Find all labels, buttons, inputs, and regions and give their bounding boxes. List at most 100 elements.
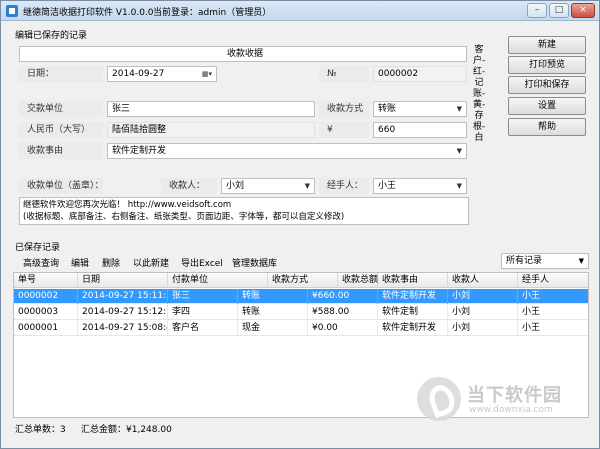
handler-select[interactable]: 小王 ▼	[373, 178, 467, 194]
delete-button[interactable]: 删除	[102, 256, 120, 269]
date-picker[interactable]: 2014-09-27 ▦▾	[107, 66, 217, 82]
table-cell: 小刘	[448, 321, 518, 336]
app-icon	[6, 5, 18, 17]
table-row[interactable]: 0000003 2014-09-27 15:12:18 李四 转账 ¥588.0…	[14, 305, 588, 320]
edit-section-title: 编辑已保存的记录	[15, 31, 88, 41]
table-cell: 转账	[238, 289, 308, 304]
table-cell: 0000003	[14, 305, 78, 320]
table-cell: 转账	[238, 305, 308, 320]
reason-value: 软件定制开发	[112, 146, 167, 156]
table-cell: ¥588.00	[308, 305, 378, 320]
receipt-title-field[interactable]: 收款收据	[19, 46, 467, 62]
edit-button[interactable]: 编辑	[71, 256, 89, 269]
unit-seal-label: 收款单位（盖章）：	[19, 178, 104, 194]
advanced-search-button[interactable]: 高级查询	[23, 256, 59, 269]
receipt-number-field: 0000002	[373, 66, 467, 82]
chevron-down-icon: ▼	[456, 105, 462, 113]
calendar-dropdown-icon[interactable]: ▦▾	[202, 67, 212, 81]
table-cell: 现金	[238, 321, 308, 336]
date-label: 日期：	[19, 66, 103, 82]
reason-label: 收款事由	[19, 143, 103, 159]
column-header[interactable]: 收款方式	[268, 273, 338, 288]
rmb-upper-field: 陆佰陆拾圆整	[107, 122, 315, 138]
table-row[interactable]: 0000001 2014-09-27 15:08:49 客户名 现金 ¥0.00…	[14, 321, 588, 336]
new-button[interactable]: 新建	[508, 36, 586, 54]
watermark-url: www.downxia.com	[469, 405, 553, 415]
number-label: №	[319, 66, 369, 82]
watermark-brand: 当下软件园	[467, 385, 562, 406]
table-cell: 李四	[168, 305, 238, 320]
close-button[interactable]: ×	[571, 3, 595, 18]
method-value: 转账	[378, 104, 397, 114]
print-and-save-button[interactable]: 打印和保存	[508, 76, 586, 94]
minimize-button[interactable]: –	[527, 3, 547, 18]
table-cell: ¥0.00	[308, 321, 378, 336]
column-header[interactable]: 付款单位	[168, 273, 268, 288]
reason-select[interactable]: 软件定制开发 ▼	[107, 143, 467, 159]
table-cell: 0000001	[14, 321, 78, 336]
method-select[interactable]: 转账 ▼	[373, 101, 467, 117]
table-row[interactable]: 0000002 2014-09-27 15:11:58 张三 转账 ¥660.0…	[14, 289, 588, 304]
receiver-select[interactable]: 小刘 ▼	[221, 178, 315, 194]
payer-label: 交款单位	[19, 101, 103, 117]
table-cell: 2014-09-27 15:11:58	[78, 289, 168, 304]
table-header: 单号 日期 付款单位 收款方式 收款总额 收款事由 收款人 经手人	[14, 273, 588, 288]
table-cell: 小刘	[448, 305, 518, 320]
table-cell: 软件定制开发	[378, 289, 448, 304]
column-header[interactable]: 经手人	[518, 273, 588, 288]
payer-input[interactable]: 张三	[107, 101, 315, 117]
chevron-down-icon: ▼	[578, 257, 584, 265]
table-cell: 客户名	[168, 321, 238, 336]
table-cell: 小刘	[448, 289, 518, 304]
table-cell: 软件定制开发	[378, 321, 448, 336]
watermark: 当下软件园 www.downxia.com	[417, 377, 597, 425]
login-status: 当前登录：admin（管理员）	[153, 8, 272, 18]
column-header[interactable]: 日期	[78, 273, 168, 288]
maximize-button[interactable]: □	[549, 3, 569, 18]
amount-input[interactable]: 660	[373, 122, 467, 138]
table-cell: 小王	[522, 323, 541, 333]
filter-value: 所有记录	[506, 256, 543, 266]
table-cell: 小王	[522, 307, 541, 317]
record-filter-select[interactable]: 所有记录 ▼	[501, 253, 589, 269]
table-cell: 张三	[168, 289, 238, 304]
app-window: 继德简洁收据打印软件 V1.0.0.0 当前登录：admin（管理员） – □ …	[0, 0, 600, 449]
side-note: 客户-红-记账-黄-存根-白	[473, 45, 486, 143]
handler-value: 小王	[378, 181, 397, 191]
summary-total: 汇总金额：¥1,248.00	[81, 425, 172, 435]
receiver-label: 收款人：	[161, 178, 217, 194]
new-from-this-button[interactable]: 以此新建	[133, 256, 169, 269]
chevron-down-icon: ▼	[456, 147, 462, 155]
memo-line-1: 继德软件欢迎您再次光临！ http://www.veidsoft.com	[23, 200, 232, 210]
records-section-title: 已保存记录	[15, 243, 61, 253]
table-cell: 小王	[522, 291, 541, 301]
window-title: 继德简洁收据打印软件 V1.0.0.0	[23, 8, 154, 18]
help-button[interactable]: 帮助	[508, 118, 586, 136]
memo-line-2: (收据标题、底部备注、右侧备注、纸张类型、页面边距、字体等，都可以自定义修改)	[23, 212, 345, 222]
manage-database-button[interactable]: 管理数据库	[232, 256, 277, 269]
column-header[interactable]: 单号	[14, 273, 78, 288]
settings-button[interactable]: 设置	[508, 97, 586, 115]
table-cell: 0000002	[14, 289, 78, 304]
memo-textarea[interactable]: 继德软件欢迎您再次光临！ http://www.veidsoft.com (收据…	[19, 197, 469, 225]
chevron-down-icon: ▼	[304, 182, 310, 190]
column-header[interactable]: 收款总额	[338, 273, 378, 288]
date-value: 2014-09-27	[112, 69, 165, 79]
export-excel-button[interactable]: 导出Excel	[181, 256, 223, 269]
yen-label: ¥	[319, 122, 369, 138]
table-cell: 2014-09-27 15:12:18	[78, 305, 168, 320]
watermark-logo-icon	[417, 377, 461, 421]
table-cell: 软件定制	[378, 305, 448, 320]
receiver-value: 小刘	[226, 181, 245, 191]
handler-label: 经手人：	[319, 178, 369, 194]
chevron-down-icon: ▼	[456, 182, 462, 190]
rmb-upper-label: 人民币（大写）	[19, 122, 103, 138]
table-cell: 2014-09-27 15:08:49	[78, 321, 168, 336]
summary-count: 汇总单数：3	[15, 425, 66, 435]
column-header[interactable]: 收款事由	[378, 273, 448, 288]
table-cell: ¥660.00	[308, 289, 378, 304]
method-label: 收款方式	[319, 101, 369, 117]
print-preview-button[interactable]: 打印预览	[508, 56, 586, 74]
column-header[interactable]: 收款人	[448, 273, 518, 288]
title-bar: 继德简洁收据打印软件 V1.0.0.0 当前登录：admin（管理员） – □ …	[1, 1, 599, 21]
